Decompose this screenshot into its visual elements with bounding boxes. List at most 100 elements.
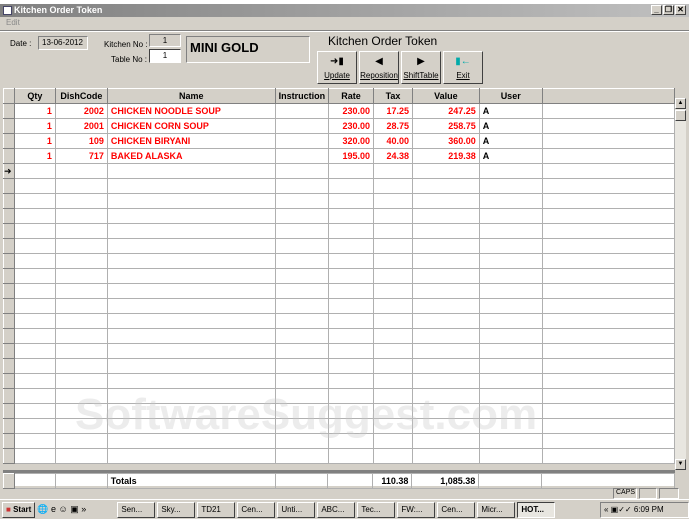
col-dishcode[interactable]: DishCode [54, 88, 108, 104]
kitchen-no-field[interactable]: 1 [149, 34, 181, 47]
cell-name[interactable] [106, 418, 276, 434]
scroll-thumb[interactable] [675, 110, 686, 121]
cell-user[interactable]: A [478, 148, 543, 164]
cell-name[interactable] [106, 313, 276, 329]
cell-qty[interactable] [13, 268, 56, 284]
cell-qty[interactable] [13, 313, 56, 329]
row-selector[interactable] [3, 103, 15, 119]
cell-value[interactable] [411, 358, 480, 374]
cell-value[interactable] [411, 403, 480, 419]
cell-instr[interactable] [274, 358, 330, 374]
cell-tax[interactable] [373, 163, 413, 179]
scroll-down-button[interactable]: ▼ [675, 459, 686, 470]
cell-user[interactable] [478, 433, 543, 449]
table-row[interactable] [3, 238, 675, 254]
cell-qty[interactable] [13, 238, 56, 254]
cell-instr[interactable] [274, 223, 330, 239]
table-row[interactable]: 1 717 BAKED ALASKA 195.00 24.38 219.38 A [3, 148, 675, 164]
cell-value[interactable]: 258.75 [411, 118, 480, 134]
col-tax[interactable]: Tax [373, 88, 413, 104]
row-selector[interactable] [3, 448, 15, 464]
cell-value[interactable] [411, 313, 480, 329]
reposition-button[interactable]: ◀ Reposition [359, 51, 399, 84]
row-selector[interactable] [3, 208, 15, 224]
cell-value[interactable] [411, 268, 480, 284]
cell-code[interactable] [54, 163, 108, 179]
cell-value[interactable] [411, 283, 480, 299]
cell-value[interactable] [411, 373, 480, 389]
cell-qty[interactable] [13, 388, 56, 404]
cell-user[interactable] [478, 223, 543, 239]
cell-instr[interactable] [274, 448, 330, 464]
table-row[interactable] [3, 283, 675, 299]
row-selector[interactable] [3, 118, 15, 134]
row-selector[interactable] [3, 433, 15, 449]
cell-tax[interactable] [373, 448, 413, 464]
cell-qty[interactable] [13, 373, 56, 389]
cell-rate[interactable] [328, 403, 375, 419]
cell-instr[interactable] [274, 133, 330, 149]
row-selector[interactable] [3, 388, 15, 404]
minimize-button[interactable]: _ [651, 5, 662, 15]
cell-qty[interactable] [13, 163, 56, 179]
cell-value[interactable]: 360.00 [411, 133, 480, 149]
cell-instr[interactable] [274, 283, 330, 299]
row-selector[interactable] [3, 268, 15, 284]
cell-qty[interactable] [13, 223, 56, 239]
exit-button[interactable]: ▮← Exit [443, 51, 483, 84]
cell-instr[interactable] [274, 148, 330, 164]
cell-name[interactable] [106, 328, 276, 344]
cell-value[interactable] [411, 448, 480, 464]
row-selector[interactable] [3, 328, 15, 344]
col-rate[interactable]: Rate [328, 88, 375, 104]
table-row[interactable] [3, 328, 675, 344]
cell-qty[interactable] [13, 328, 56, 344]
cell-value[interactable] [411, 193, 480, 209]
cell-instr[interactable] [274, 328, 330, 344]
cell-instr[interactable] [274, 178, 330, 194]
table-row[interactable] [3, 448, 675, 464]
cell-tax[interactable]: 17.25 [373, 103, 413, 119]
cell-code[interactable] [54, 388, 108, 404]
cell-code[interactable] [54, 358, 108, 374]
cell-rate[interactable] [328, 283, 375, 299]
cell-user[interactable] [478, 298, 543, 314]
cell-name[interactable] [106, 283, 276, 299]
cell-qty[interactable]: 1 [13, 118, 56, 134]
table-row[interactable] [3, 268, 675, 284]
cell-value[interactable] [411, 433, 480, 449]
table-row[interactable] [3, 373, 675, 389]
taskbar-item[interactable]: Tec... [357, 501, 396, 518]
row-selector[interactable] [3, 313, 15, 329]
cell-user[interactable] [478, 313, 543, 329]
table-row[interactable]: 1 2002 CHICKEN NOODLE SOUP 230.00 17.25 247.2… [3, 103, 675, 119]
table-row[interactable]: 1 109 CHICKEN BIRYANI 320.00 40.00 360.00 A [3, 133, 675, 149]
cell-instr[interactable] [274, 238, 330, 254]
cell-tax[interactable] [373, 403, 413, 419]
cell-tax[interactable] [373, 358, 413, 374]
cell-user[interactable] [478, 163, 543, 179]
cell-qty[interactable] [13, 283, 56, 299]
cell-instr[interactable] [274, 373, 330, 389]
cell-value[interactable] [411, 238, 480, 254]
cell-tax[interactable] [373, 298, 413, 314]
cell-instr[interactable] [274, 313, 330, 329]
cell-name[interactable] [106, 343, 276, 359]
row-selector[interactable] [3, 403, 15, 419]
table-row[interactable] [3, 223, 675, 239]
cell-code[interactable] [54, 193, 108, 209]
cell-tax[interactable] [373, 223, 413, 239]
row-selector[interactable] [3, 283, 15, 299]
cell-value[interactable] [411, 163, 480, 179]
cell-code[interactable] [54, 448, 108, 464]
cell-user[interactable] [478, 343, 543, 359]
cell-name[interactable] [106, 388, 276, 404]
cell-rate[interactable] [328, 178, 375, 194]
cell-tax[interactable] [373, 388, 413, 404]
cell-rate[interactable]: 230.00 [328, 103, 375, 119]
table-row[interactable] [3, 313, 675, 329]
row-selector[interactable] [3, 223, 15, 239]
cell-value[interactable] [411, 253, 480, 269]
cell-instr[interactable] [274, 163, 330, 179]
cell-rate[interactable] [328, 208, 375, 224]
